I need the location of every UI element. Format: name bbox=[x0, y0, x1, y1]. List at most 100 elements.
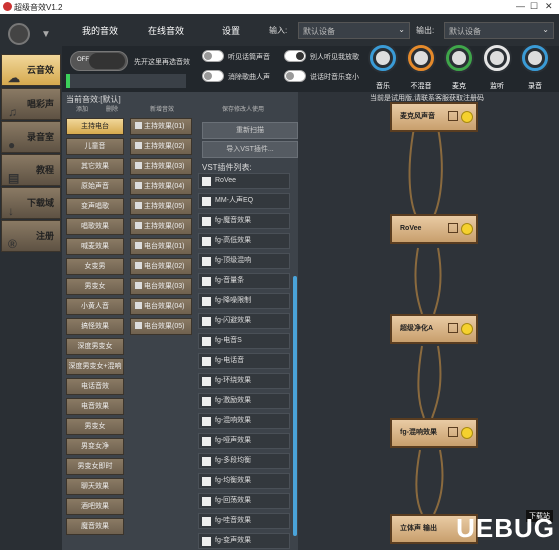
tab-online-effects[interactable]: 在线音效 bbox=[148, 24, 184, 37]
effect-item[interactable]: 主持效果(01) bbox=[130, 118, 192, 135]
preset-item[interactable]: 儿童音 bbox=[66, 138, 124, 155]
checkbox-icon[interactable] bbox=[135, 262, 142, 269]
checkbox-icon[interactable] bbox=[135, 142, 142, 149]
toggle-others-hear-song[interactable] bbox=[284, 50, 306, 62]
tab-settings[interactable]: 设置 bbox=[222, 24, 240, 37]
delete-header[interactable]: 删除 bbox=[106, 104, 118, 114]
node-rovee[interactable]: RoVee bbox=[390, 214, 478, 244]
vst-plugin-item[interactable]: fg-环绕效果 bbox=[198, 373, 290, 389]
save-header[interactable]: 保存修改人使用 bbox=[222, 104, 264, 114]
preset-item[interactable]: 魔音效果 bbox=[66, 518, 124, 535]
node-power-icon[interactable] bbox=[461, 427, 473, 439]
preset-item[interactable]: 其它效果 bbox=[66, 158, 124, 175]
effect-item[interactable]: 电台效果(02) bbox=[130, 258, 192, 275]
preset-item[interactable]: 聊天效果 bbox=[66, 478, 124, 495]
minimize-icon[interactable]: — bbox=[516, 1, 525, 11]
music-dial[interactable] bbox=[368, 43, 398, 73]
preset-item[interactable]: 深度男变女+混响 bbox=[66, 358, 124, 375]
node-power-icon[interactable] bbox=[461, 323, 473, 335]
vst-plugin-item[interactable]: fg-混响效果 bbox=[198, 413, 290, 429]
node-purify[interactable]: 超级净化A bbox=[390, 314, 478, 344]
vst-plugin-item[interactable]: fg-哇音效果 bbox=[198, 513, 290, 529]
effect-item[interactable]: 主持效果(05) bbox=[130, 198, 192, 215]
tab-my-effects[interactable]: 我的音效 bbox=[82, 24, 118, 37]
no-mix-dial[interactable] bbox=[406, 43, 436, 73]
node-power-icon[interactable] bbox=[461, 223, 473, 235]
effect-item[interactable]: 主持效果(02) bbox=[130, 138, 192, 155]
preset-item[interactable]: 电音效果 bbox=[66, 398, 124, 415]
node-settings-icon[interactable] bbox=[448, 223, 458, 233]
preset-item[interactable]: 男变女 bbox=[66, 418, 124, 435]
vst-plugin-item[interactable]: fg-激励效果 bbox=[198, 393, 290, 409]
node-mic[interactable]: 麦克风声音 bbox=[390, 102, 478, 132]
checkbox-icon[interactable] bbox=[135, 122, 142, 129]
import-vst-button[interactable]: 导入VST插件... bbox=[202, 141, 298, 158]
sidebar-item-cloud[interactable]: ☁ 云音效 bbox=[1, 54, 61, 86]
node-reverb[interactable]: fg-混响效果 bbox=[390, 418, 478, 448]
effect-item[interactable]: 主持效果(03) bbox=[130, 158, 192, 175]
node-settings-icon[interactable] bbox=[448, 111, 458, 121]
preset-item[interactable]: 男变女即时 bbox=[66, 458, 124, 475]
checkbox-icon[interactable] bbox=[135, 162, 142, 169]
checkbox-icon[interactable] bbox=[135, 302, 142, 309]
add-header[interactable]: 添加 bbox=[76, 104, 88, 114]
preset-item[interactable]: 深度男变女 bbox=[66, 338, 124, 355]
effect-item[interactable]: 电台效果(04) bbox=[130, 298, 192, 315]
rescan-button[interactable]: 重新扫描 bbox=[202, 122, 298, 139]
sidebar-item-sing[interactable]: ♫ 唱彩声 bbox=[1, 88, 61, 120]
preset-item[interactable]: 喊麦效果 bbox=[66, 238, 124, 255]
checkbox-icon[interactable] bbox=[135, 282, 142, 289]
vst-plugin-item[interactable]: fg-多段均衡 bbox=[198, 453, 290, 469]
mic-dial[interactable] bbox=[444, 43, 474, 73]
vst-plugin-item[interactable]: fg-降噪限制 bbox=[198, 293, 290, 309]
node-power-icon[interactable] bbox=[461, 111, 473, 123]
preset-item[interactable]: 酒吧效果 bbox=[66, 498, 124, 515]
signal-flow-canvas[interactable]: 麦克风声音 RoVee 超级净化A fg-混响效果 立体声 输出 bbox=[298, 92, 559, 550]
vst-plugin-item[interactable]: fg-高低效果 bbox=[198, 233, 290, 249]
master-toggle[interactable]: OFF bbox=[70, 51, 128, 71]
sidebar-item-record[interactable]: ● 录音室 bbox=[1, 121, 61, 153]
close-icon[interactable]: ✕ bbox=[545, 1, 553, 12]
checkbox-icon[interactable] bbox=[135, 202, 142, 209]
checkbox-icon[interactable] bbox=[135, 242, 142, 249]
vst-plugin-item[interactable]: fg-变声效果 bbox=[198, 533, 290, 549]
preset-item[interactable]: 男变女净 bbox=[66, 438, 124, 455]
vst-plugin-item[interactable]: RoVee bbox=[198, 173, 290, 189]
sidebar-item-download[interactable]: ↓ 下载域 bbox=[1, 187, 61, 219]
chevron-down-icon[interactable]: ▼ bbox=[41, 29, 51, 40]
preset-item[interactable]: 女变男 bbox=[66, 258, 124, 275]
toggle-remove-vocal[interactable] bbox=[202, 70, 224, 82]
compass-icon[interactable] bbox=[8, 23, 30, 45]
checkbox-icon[interactable] bbox=[135, 182, 142, 189]
preset-item[interactable]: 主持电台 bbox=[66, 118, 124, 135]
record-dial[interactable] bbox=[520, 43, 550, 73]
vst-plugin-item[interactable]: fg-电音S bbox=[198, 333, 290, 349]
preset-item[interactable]: 唱歌效果 bbox=[66, 218, 124, 235]
vst-plugin-item[interactable]: fg-顶级混响 bbox=[198, 253, 290, 269]
preset-item[interactable]: 搞怪效果 bbox=[66, 318, 124, 335]
vst-plugin-item[interactable]: fg-魔音效果 bbox=[198, 213, 290, 229]
preset-item[interactable]: 男变女 bbox=[66, 278, 124, 295]
vst-plugin-item[interactable]: MM-人声EQ bbox=[198, 193, 290, 209]
preset-item[interactable]: 小黄人音 bbox=[66, 298, 124, 315]
vst-plugin-item[interactable]: fg-哑声效果 bbox=[198, 433, 290, 449]
vst-plugin-item[interactable]: fg-电话音 bbox=[198, 353, 290, 369]
sidebar-item-register[interactable]: ® 注册 bbox=[1, 220, 61, 252]
vst-plugin-item[interactable]: fg-回荡效果 bbox=[198, 493, 290, 509]
vst-plugin-item[interactable]: fg-均衡效果 bbox=[198, 473, 290, 489]
toggle-duck-music[interactable] bbox=[284, 70, 306, 82]
effect-item[interactable]: 主持效果(06) bbox=[130, 218, 192, 235]
maximize-icon[interactable]: ☐ bbox=[530, 1, 538, 12]
checkbox-icon[interactable] bbox=[135, 222, 142, 229]
preset-item[interactable]: 变声唱歌 bbox=[66, 198, 124, 215]
effect-item[interactable]: 电台效果(03) bbox=[130, 278, 192, 295]
effect-item[interactable]: 电台效果(05) bbox=[130, 318, 192, 335]
node-settings-icon[interactable] bbox=[448, 427, 458, 437]
vst-plugin-item[interactable]: fg-闪避效果 bbox=[198, 313, 290, 329]
input-device-select[interactable]: 默认设备 ⌄ bbox=[298, 22, 410, 39]
toggle-hear-mic[interactable] bbox=[202, 50, 224, 62]
output-device-select[interactable]: 默认设备 ⌄ bbox=[444, 22, 554, 39]
monitor-dial[interactable] bbox=[482, 43, 512, 73]
effect-item[interactable]: 主持效果(04) bbox=[130, 178, 192, 195]
preset-item[interactable]: 电话音效 bbox=[66, 378, 124, 395]
